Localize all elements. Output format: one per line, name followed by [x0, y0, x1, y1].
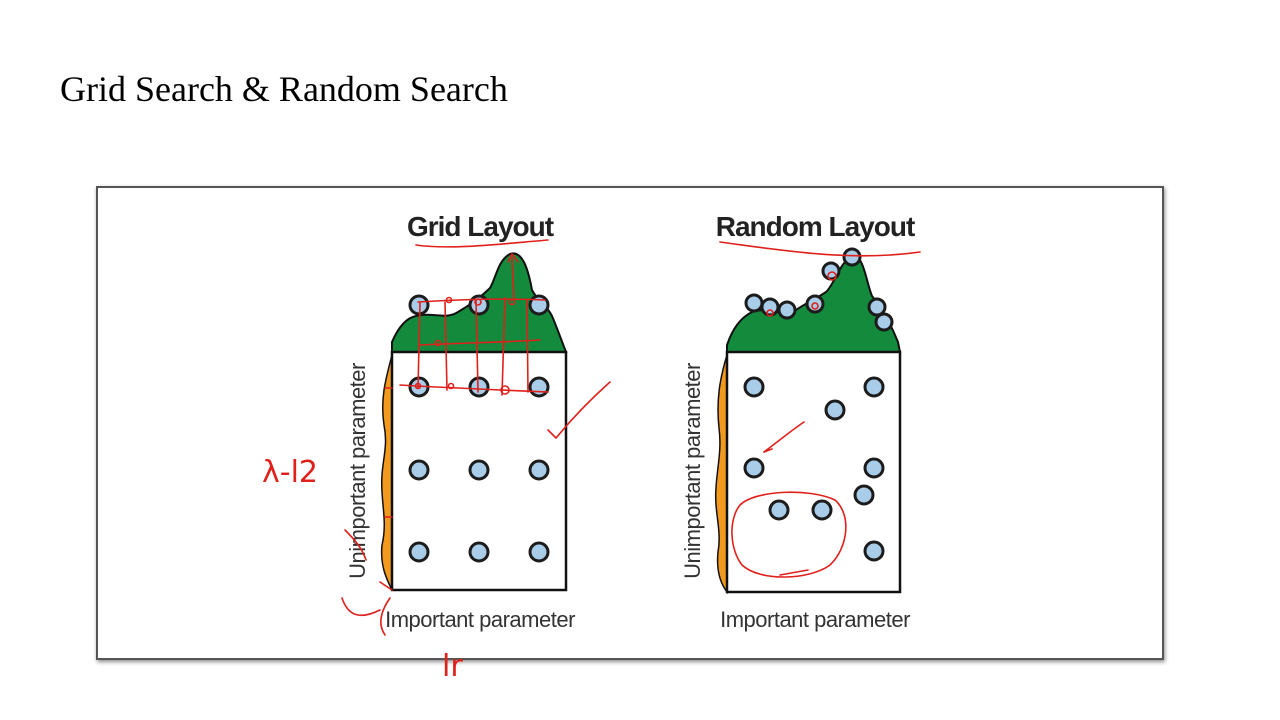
grid-sample-point	[408, 459, 430, 481]
random-projected-point	[744, 293, 764, 313]
grid-unimportant-distribution	[380, 354, 393, 591]
random-unimportant-distribution	[714, 354, 728, 595]
random-y-axis-label: Unimportant parameter	[680, 363, 705, 579]
grid-ink-line	[526, 299, 529, 393]
grid-sample-point	[528, 376, 550, 398]
ink-bracket	[341, 597, 381, 617]
random-projected-point	[760, 297, 780, 317]
random-projected-point	[777, 300, 797, 320]
grid-sample-point	[528, 459, 550, 481]
random-projected-point	[842, 247, 862, 267]
random-sample-point	[743, 457, 765, 479]
random-x-axis-label: Important parameter	[720, 607, 910, 632]
grid-sample-point	[468, 541, 490, 563]
random-sample-point	[853, 484, 875, 506]
random-sample-point	[863, 457, 885, 479]
grid-sample-point	[468, 376, 490, 398]
grid-sample-point	[528, 541, 550, 563]
random-sample-point	[863, 376, 885, 398]
ink-note-lambda: λ-l2	[262, 455, 318, 490]
grid-layout-panel: Grid Layout Unimportant parameter Import…	[345, 211, 576, 632]
random-projected-point	[874, 312, 894, 332]
random-layout-panel: Random Layout Unimportant parameter Impo…	[680, 211, 916, 632]
grid-x-axis-label: Important parameter	[385, 607, 575, 632]
random-title-underline	[719, 241, 921, 257]
random-sample-point	[824, 399, 846, 421]
grid-y-axis-label: Unimportant parameter	[345, 363, 370, 579]
grid-projected-point	[408, 294, 430, 316]
grid-sample-point	[468, 459, 490, 481]
random-projected-point	[867, 297, 887, 317]
random-sample-point	[863, 540, 885, 562]
grid-projected-point	[528, 294, 550, 316]
random-sample-point	[811, 499, 833, 521]
grid-panel-title: Grid Layout	[407, 211, 554, 242]
random-sample-point	[768, 499, 790, 521]
ink-note-lr: lr	[442, 649, 463, 684]
random-panel-title: Random Layout	[716, 211, 915, 242]
random-sample-point	[743, 376, 765, 398]
figure-svg: Grid Layout Unimportant parameter Import…	[262, 211, 921, 684]
grid-sample-point	[408, 541, 430, 563]
